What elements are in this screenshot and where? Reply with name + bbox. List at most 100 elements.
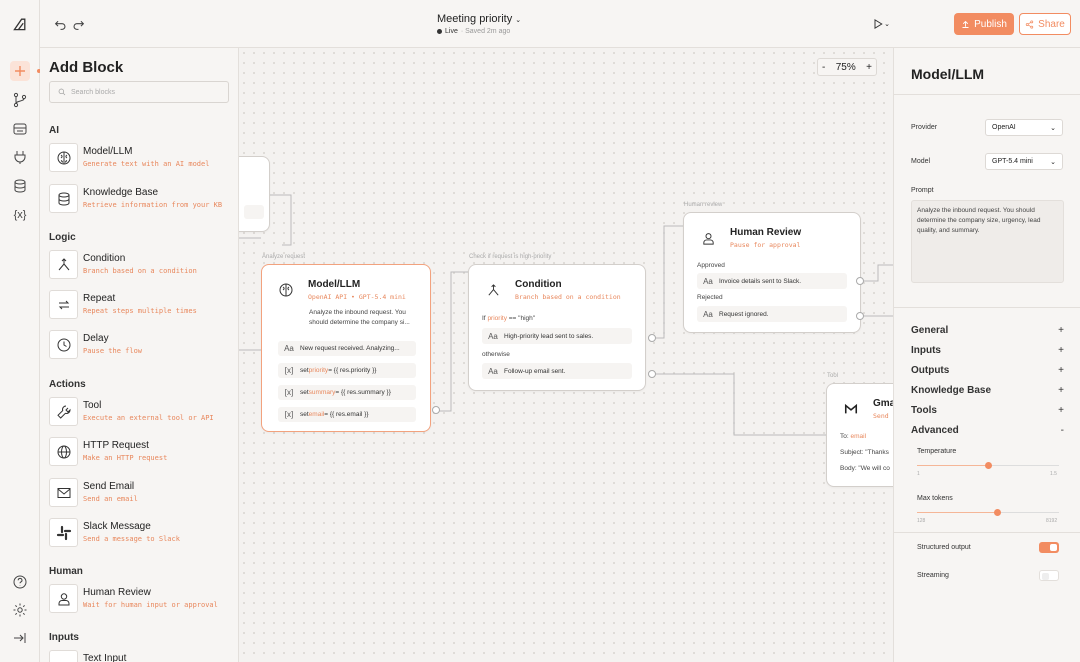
- block-condition[interactable]: Condition Branch based on a condition: [49, 250, 229, 282]
- section-inputs: Inputs: [49, 632, 79, 643]
- model-select[interactable]: GPT-5.4 mini ⌄: [985, 153, 1063, 170]
- to-label: To:: [840, 433, 849, 440]
- row-var: summary: [308, 389, 336, 396]
- block-desc: Make an HTTP request: [83, 454, 168, 462]
- search-input[interactable]: Search blocks: [49, 81, 229, 103]
- if-op: == "high": [506, 315, 536, 322]
- block-desc: Execute an external tool or API: [83, 414, 214, 422]
- upload-icon: [962, 20, 969, 28]
- settings-icon[interactable]: [10, 600, 30, 620]
- variable-icon: [x]: [284, 388, 294, 397]
- output-port-approved[interactable]: [856, 277, 864, 285]
- node-caption: Human review: [684, 202, 723, 208]
- plug-icon[interactable]: [10, 147, 30, 167]
- structured-output-toggle[interactable]: [1039, 542, 1059, 553]
- slider-fill: [917, 512, 998, 513]
- output-port-rejected[interactable]: [856, 312, 864, 320]
- if-label: If: [482, 315, 486, 322]
- section-advanced[interactable]: Advanced -: [911, 425, 1064, 436]
- slider-handle[interactable]: [994, 509, 1002, 516]
- section-outputs[interactable]: Outputs +: [911, 365, 1064, 376]
- model-llm-node[interactable]: Analyze request Model/LLM OpenAI API • G…: [261, 254, 431, 432]
- node-caption: Tool: [827, 373, 839, 379]
- section-label: Advanced: [911, 425, 959, 436]
- slider-fill: [917, 465, 988, 466]
- variable-icon[interactable]: {x}: [10, 205, 30, 225]
- collapse-icon[interactable]: [10, 628, 30, 648]
- search-icon: [58, 88, 66, 96]
- workflow-canvas[interactable]: Analyze request Model/LLM OpenAI API • G…: [239, 48, 893, 662]
- temperature-slider[interactable]: [917, 462, 1059, 469]
- condition-node[interactable]: Check if request is high-priority Condit…: [468, 254, 646, 391]
- block-slack-message[interactable]: Slack Message Send a message to Slack: [49, 518, 229, 550]
- panel-title: Add Block: [49, 59, 124, 76]
- zoom-out-button[interactable]: -: [822, 62, 825, 73]
- block-desc: Retrieve information from your KB: [83, 201, 223, 209]
- chevron-down-icon: ⌄: [1050, 124, 1056, 132]
- undo-icon[interactable]: [52, 16, 68, 32]
- temperature-max: 1.5: [1050, 471, 1057, 477]
- to-field: To: email: [840, 433, 866, 440]
- run-button[interactable]: ⌄: [870, 15, 892, 33]
- chevron-down-icon: ⌄: [1050, 158, 1056, 166]
- redo-icon[interactable]: [70, 16, 86, 32]
- row-expr: = {{ res.email }}: [324, 411, 369, 418]
- title-text: Meeting priority: [437, 13, 513, 25]
- icon-rail: {x}: [0, 0, 41, 662]
- section-label: Tools: [911, 405, 937, 416]
- gmail-node[interactable]: Tool Gma Send To: email Subject: "Thanks…: [826, 373, 893, 487]
- zoom-level: 75%: [835, 61, 856, 73]
- block-human-review[interactable]: Human Review Wait for human input or app…: [49, 584, 229, 616]
- section-tools[interactable]: Tools +: [911, 405, 1064, 416]
- block-tool[interactable]: Tool Execute an external tool or API: [49, 397, 229, 429]
- chevron-down-icon: ⌄: [884, 21, 890, 28]
- user-icon: [49, 584, 78, 613]
- block-repeat[interactable]: Repeat Repeat steps multiple times: [49, 290, 229, 322]
- partial-node[interactable]: [239, 156, 270, 232]
- row-var: priority: [308, 367, 329, 374]
- provider-value: OpenAI: [992, 124, 1016, 131]
- if-var: priority: [487, 315, 507, 322]
- text-type-icon: Aa: [488, 331, 498, 341]
- section-label: Outputs: [911, 365, 950, 376]
- output-port-true[interactable]: [648, 334, 656, 342]
- slider-handle[interactable]: [984, 462, 992, 469]
- zoom-control: - 75% +: [817, 58, 877, 76]
- block-delay[interactable]: Delay Pause the flow: [49, 330, 229, 362]
- plus-icon[interactable]: [10, 61, 30, 81]
- block-text-input[interactable]: Text Input: [49, 650, 229, 662]
- block-send-email[interactable]: Send Email Send an email: [49, 478, 229, 510]
- section-actions: Actions: [49, 379, 86, 390]
- provider-select[interactable]: OpenAI ⌄: [985, 119, 1063, 136]
- output-port-false[interactable]: [648, 370, 656, 378]
- block-http-request[interactable]: HTTP Request Make an HTTP request: [49, 437, 229, 469]
- help-icon[interactable]: [10, 572, 30, 592]
- prompt-textarea[interactable]: Analyze the inbound request. You should …: [911, 200, 1064, 283]
- share-button[interactable]: Share: [1019, 13, 1071, 35]
- streaming-toggle[interactable]: [1039, 570, 1059, 581]
- partial-node-row: [244, 205, 264, 219]
- streaming-label: Streaming: [917, 572, 949, 579]
- zoom-in-button[interactable]: +: [866, 62, 872, 73]
- document-title[interactable]: Meeting priority ⌄: [437, 13, 521, 25]
- block-knowledge-base[interactable]: Knowledge Base Retrieve information from…: [49, 184, 229, 216]
- node-subtitle: Branch based on a condition: [515, 293, 621, 301]
- human-review-node[interactable]: Human review Human Review Pause for appr…: [683, 202, 861, 333]
- section-inputs[interactable]: Inputs +: [911, 345, 1064, 356]
- logo-icon[interactable]: [9, 13, 31, 35]
- block-model-llm[interactable]: Model/LLM Generate text with an AI model: [49, 143, 229, 175]
- branch-icon[interactable]: [10, 90, 30, 110]
- row-expr: = {{ res.summary }}: [335, 389, 391, 396]
- section-label: Knowledge Base: [911, 385, 992, 396]
- section-label: Inputs: [911, 345, 941, 356]
- max-tokens-slider[interactable]: [917, 509, 1059, 516]
- divider: [894, 94, 1080, 95]
- database-icon[interactable]: [10, 176, 30, 196]
- publish-button[interactable]: Publish: [954, 13, 1014, 35]
- database-icon: [49, 184, 78, 213]
- section-general[interactable]: General +: [911, 325, 1064, 336]
- section-knowledge-base[interactable]: Knowledge Base +: [911, 385, 1064, 396]
- inbox-icon[interactable]: [10, 119, 30, 139]
- row-prefix: set: [300, 367, 309, 374]
- output-port[interactable]: [432, 406, 440, 414]
